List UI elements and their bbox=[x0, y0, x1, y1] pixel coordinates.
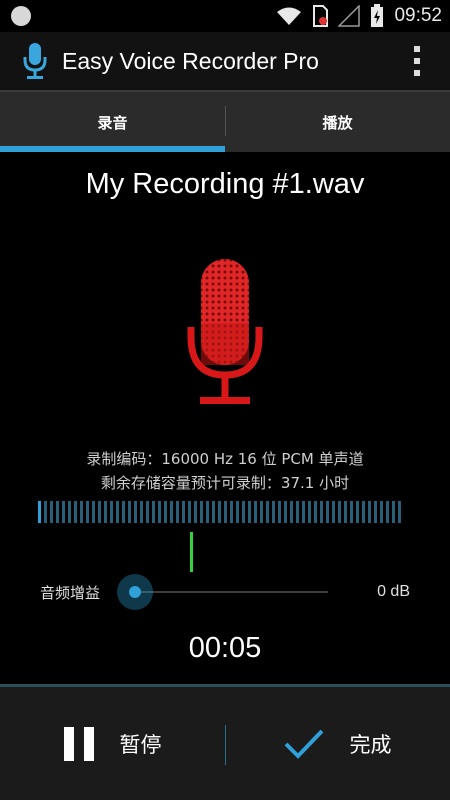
level-segment bbox=[62, 501, 65, 523]
level-segment bbox=[164, 501, 167, 523]
level-segment bbox=[230, 501, 233, 523]
level-segment bbox=[38, 501, 41, 523]
gain-label: 音频增益 bbox=[40, 584, 101, 602]
level-segment bbox=[302, 501, 305, 523]
level-segment bbox=[332, 501, 335, 523]
level-segment bbox=[122, 501, 125, 523]
level-segment bbox=[278, 501, 281, 523]
battery-icon bbox=[371, 4, 384, 27]
elapsed-timer: 00:05 bbox=[188, 632, 262, 664]
level-segment bbox=[188, 501, 191, 523]
level-segment bbox=[212, 501, 215, 523]
checkmark-icon bbox=[284, 729, 323, 759]
level-segment bbox=[140, 501, 143, 523]
level-peak-marker bbox=[190, 532, 193, 572]
recording-file-name[interactable]: My Recording #1.wav bbox=[0, 168, 450, 201]
level-segment bbox=[398, 501, 401, 523]
pause-icon bbox=[63, 726, 94, 761]
level-segment bbox=[170, 501, 173, 523]
level-segment bbox=[176, 501, 179, 523]
record-microphone-icon[interactable] bbox=[186, 257, 264, 409]
level-segment bbox=[194, 501, 197, 523]
level-segment bbox=[200, 501, 203, 523]
gain-slider-thumb[interactable] bbox=[117, 574, 153, 610]
level-segment bbox=[248, 501, 251, 523]
level-segment bbox=[284, 501, 287, 523]
level-segment bbox=[290, 501, 293, 523]
app-title: Easy Voice Recorder Pro bbox=[62, 48, 319, 74]
level-segment bbox=[182, 501, 185, 523]
gain-value: 0 dB bbox=[377, 583, 410, 600]
level-segment bbox=[320, 501, 323, 523]
level-segment bbox=[146, 501, 149, 523]
status-bar: 09:52 bbox=[0, 0, 450, 32]
level-segment bbox=[350, 501, 353, 523]
tab-bar: 录音 播放 bbox=[0, 90, 450, 152]
level-segment bbox=[254, 501, 257, 523]
level-segment bbox=[92, 501, 95, 523]
gain-slider-track[interactable] bbox=[134, 591, 328, 593]
level-segment bbox=[326, 501, 329, 523]
level-segment bbox=[260, 501, 263, 523]
notification-dot-icon bbox=[11, 6, 31, 26]
storage-info: 剩余存储容量预计可录制：37.1 小时 bbox=[100, 474, 350, 492]
level-segment bbox=[266, 501, 269, 523]
done-label: 完成 bbox=[349, 732, 392, 757]
level-segment bbox=[392, 501, 395, 523]
overflow-menu-icon[interactable] bbox=[412, 46, 422, 76]
signal-icon bbox=[338, 5, 361, 27]
level-segment bbox=[158, 501, 161, 523]
level-segment bbox=[98, 501, 101, 523]
bottom-action-bar: 暂停 完成 bbox=[0, 684, 450, 800]
level-segment bbox=[380, 501, 383, 523]
audio-level-meter bbox=[38, 501, 401, 523]
wifi-icon bbox=[277, 7, 302, 25]
microphone-icon bbox=[23, 43, 47, 79]
pause-label: 暂停 bbox=[119, 732, 162, 757]
level-segment bbox=[68, 501, 71, 523]
level-segment bbox=[356, 501, 359, 523]
status-icons: 09:52 bbox=[276, 4, 442, 28]
level-segment bbox=[206, 501, 209, 523]
level-segment bbox=[272, 501, 275, 523]
level-segment bbox=[368, 501, 371, 523]
status-time: 09:52 bbox=[394, 5, 442, 26]
level-segment bbox=[242, 501, 245, 523]
level-segment bbox=[314, 501, 317, 523]
level-segment bbox=[338, 501, 341, 523]
level-segment bbox=[110, 501, 113, 523]
tab-record[interactable]: 录音 bbox=[0, 92, 225, 152]
level-segment bbox=[116, 501, 119, 523]
sim-blocked-icon bbox=[313, 5, 329, 27]
level-segment bbox=[236, 501, 239, 523]
level-segment bbox=[152, 501, 155, 523]
tab-playback[interactable]: 播放 bbox=[225, 92, 450, 152]
encoding-info: 录制编码：16000 Hz 16 位 PCM 单声道 bbox=[86, 450, 364, 468]
tab-selected-indicator bbox=[0, 146, 225, 152]
level-segment bbox=[134, 501, 137, 523]
action-bar: Easy Voice Recorder Pro bbox=[0, 32, 450, 90]
level-segment bbox=[80, 501, 83, 523]
level-segment bbox=[128, 501, 131, 523]
level-segment bbox=[386, 501, 389, 523]
level-segment bbox=[86, 501, 89, 523]
level-segment bbox=[50, 501, 53, 523]
level-segment bbox=[344, 501, 347, 523]
level-segment bbox=[56, 501, 59, 523]
level-segment bbox=[224, 501, 227, 523]
level-segment bbox=[218, 501, 221, 523]
done-button[interactable]: 完成 bbox=[225, 687, 450, 800]
level-segment bbox=[44, 501, 47, 523]
level-segment bbox=[362, 501, 365, 523]
pause-button[interactable]: 暂停 bbox=[0, 687, 225, 800]
level-segment bbox=[374, 501, 377, 523]
level-segment bbox=[104, 501, 107, 523]
level-segment bbox=[296, 501, 299, 523]
level-segment bbox=[308, 501, 311, 523]
level-segment bbox=[74, 501, 77, 523]
